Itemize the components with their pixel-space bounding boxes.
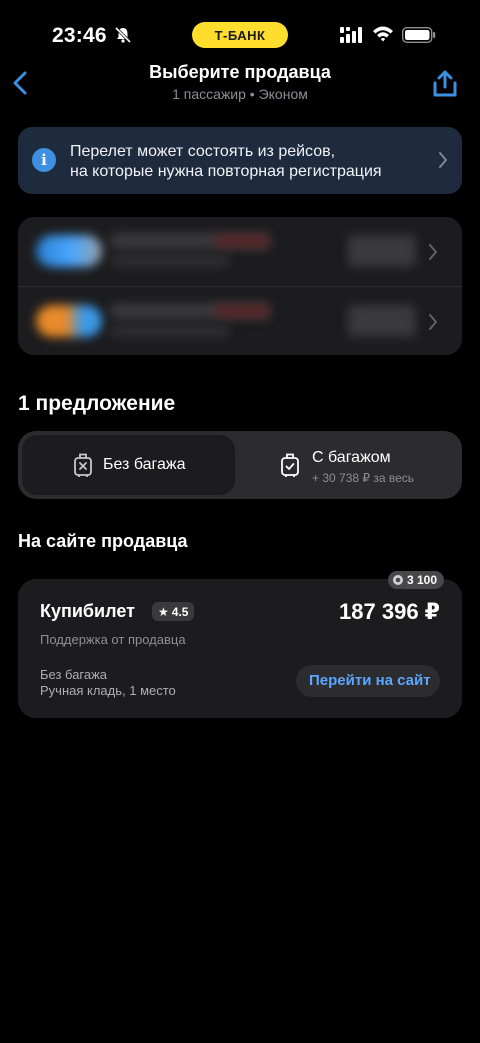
no-baggage-icon [74,453,92,477]
page-title: Выберите продавца [149,62,331,82]
flight-segment-row[interactable] [18,217,462,286]
flight-detail-blurred [110,255,230,267]
status-time: 23:46 [52,24,107,47]
flight-alert-blurred [214,235,270,247]
bonus-points-badge: 3 100 [388,571,445,589]
bonus-coin-icon [393,575,403,585]
baggage-toggle: Без багажа С багажом + 30 738 ₽ за весь [18,431,462,499]
bell-muted-icon [114,26,132,44]
notice-line-2: на которые нужна повторная регистрация [70,163,382,180]
chevron-right-icon [429,314,437,330]
page-subtitle: 1 пассажир • Эконом [172,86,308,102]
flight-segment-row[interactable] [18,286,462,355]
notice-line-1: Перелет может состоять из рейсов, [70,143,336,160]
cellular-signal-icon [340,27,362,43]
navigation-bar: Выберите продавца 1 пассажир • Эконом [0,58,480,110]
flight-segments-card [18,217,462,355]
flight-time-blurred [348,305,416,337]
with-baggage-extra-price: + 30 738 ₽ за весь [312,471,415,485]
bank-badge[interactable]: Т-БАНК [192,22,288,48]
with-baggage-label: С багажом [312,449,391,466]
seller-rating-value: 4.5 [171,604,189,619]
flight-time-blurred [348,235,416,267]
go-to-seller-site-button[interactable]: Перейти на сайт [296,665,440,697]
chevron-right-icon [439,152,447,168]
bonus-points-value: 3 100 [407,573,438,587]
seller-support-note: Поддержка от продавца [40,632,186,647]
seller-offer-card[interactable]: Купибилет ★ 4.5 187 396 ₽ Поддержка от п… [18,579,462,718]
wifi-icon [373,26,393,42]
reregistration-notice[interactable]: i Перелет может состоять из рейсов, на к… [18,127,462,194]
notice-text: Перелет может состоять из рейсов, на кот… [70,142,382,182]
offer-price: 187 396 ₽ [339,599,440,624]
seller-name: Купибилет [40,601,135,621]
baggage-check-icon [281,453,299,477]
offer-baggage: Без багажа [40,667,108,682]
airline-logo-blurred [36,305,102,337]
without-baggage-option[interactable]: Без багажа [22,435,235,495]
flight-alert-blurred [214,305,270,317]
airline-logo-blurred [36,235,102,267]
flight-detail-blurred [110,325,230,337]
seller-section-heading: На сайте продавца [18,531,188,551]
share-icon[interactable] [432,70,458,98]
seller-rating-badge: ★ 4.5 [152,602,195,621]
battery-icon [402,27,436,43]
offer-hand-luggage: Ручная кладь, 1 место [40,683,176,698]
chevron-right-icon [429,244,437,260]
info-icon: i [32,148,56,172]
star-icon: ★ [158,604,169,619]
with-baggage-option[interactable]: С багажом + 30 738 ₽ за весь [239,435,458,495]
without-baggage-label: Без багажа [103,456,186,473]
offers-count-heading: 1 предложение [18,392,176,415]
